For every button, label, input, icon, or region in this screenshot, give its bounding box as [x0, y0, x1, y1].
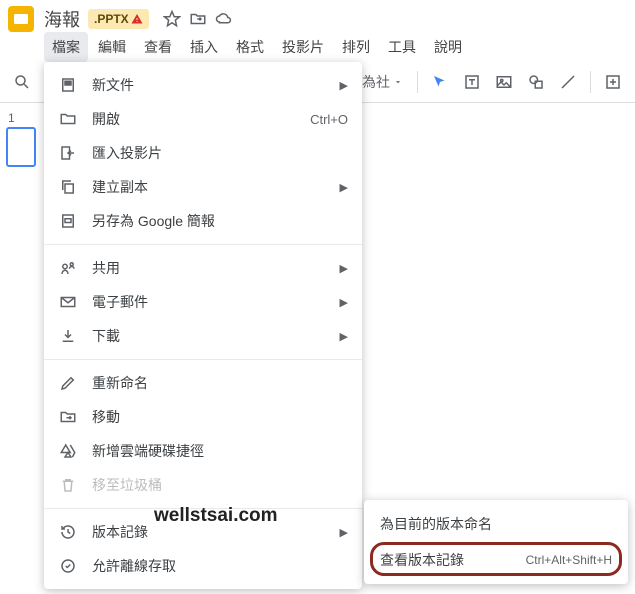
menu-move[interactable]: 移動 — [44, 400, 362, 434]
cloud-icon[interactable] — [215, 10, 233, 28]
menu-download[interactable]: 下載 ▶ — [44, 319, 362, 353]
submenu-arrow-icon: ▶ — [340, 296, 348, 309]
star-icon[interactable] — [163, 10, 181, 28]
new-doc-icon — [58, 75, 78, 95]
menu-make-copy[interactable]: 建立副本 ▶ — [44, 170, 362, 204]
share-icon — [58, 258, 78, 278]
history-icon — [58, 522, 78, 542]
submenu-arrow-icon: ▶ — [340, 262, 348, 275]
menu-help[interactable]: 說明 — [426, 32, 470, 62]
drive-shortcut-icon — [58, 441, 78, 461]
save-slides-icon — [58, 211, 78, 231]
shape-tool-icon[interactable] — [522, 68, 550, 96]
submenu-see-version-history[interactable]: 查看版本記錄 Ctrl+Alt+Shift+H — [364, 542, 628, 578]
menu-insert[interactable]: 插入 — [182, 32, 226, 62]
version-history-submenu: 為目前的版本命名 查看版本記錄 Ctrl+Alt+Shift+H — [364, 500, 628, 584]
download-icon — [58, 326, 78, 346]
submenu-arrow-icon: ▶ — [340, 79, 348, 92]
trash-icon — [58, 475, 78, 495]
submenu-name-current-version[interactable]: 為目前的版本命名 — [364, 506, 628, 542]
move-icon — [58, 407, 78, 427]
image-tool-icon[interactable] — [490, 68, 518, 96]
watermark-text: wellstsai.com — [154, 505, 278, 527]
menu-save-as-google[interactable]: 另存為 Google 簡報 — [44, 204, 362, 238]
select-tool-icon[interactable] — [426, 68, 454, 96]
menu-format[interactable]: 格式 — [228, 32, 272, 62]
slide-number: 1 — [4, 111, 38, 125]
submenu-arrow-icon: ▶ — [340, 526, 348, 539]
offline-icon — [58, 556, 78, 576]
textbox-tool-icon[interactable] — [458, 68, 486, 96]
slide-thumbnail[interactable] — [6, 127, 36, 167]
app-logo[interactable] — [8, 6, 34, 32]
folder-icon — [58, 109, 78, 129]
theme-dropdown[interactable]: 為社 — [356, 72, 409, 92]
menu-open[interactable]: 開啟 Ctrl+O — [44, 102, 362, 136]
menu-offline[interactable]: 允許離線存取 — [44, 549, 362, 583]
menu-email[interactable]: 電子郵件 ▶ — [44, 285, 362, 319]
doc-title[interactable]: 海報 — [44, 6, 80, 32]
menu-import-slides[interactable]: 匯入投影片 — [44, 136, 362, 170]
menu-new-document[interactable]: 新文件 ▶ — [44, 68, 362, 102]
menu-add-drive-shortcut[interactable]: 新增雲端硬碟捷徑 — [44, 434, 362, 468]
email-icon — [58, 292, 78, 312]
menubar: 檔案 編輯 查看 插入 格式 投影片 排列 工具 說明 — [0, 32, 635, 62]
menu-arrange[interactable]: 排列 — [334, 32, 378, 62]
menu-share[interactable]: 共用 ▶ — [44, 251, 362, 285]
submenu-arrow-icon: ▶ — [340, 181, 348, 194]
menu-rename[interactable]: 重新命名 — [44, 366, 362, 400]
menu-trash: 移至垃圾桶 — [44, 468, 362, 502]
move-folder-icon[interactable] — [189, 10, 207, 28]
menu-slide[interactable]: 投影片 — [274, 32, 332, 62]
import-icon — [58, 143, 78, 163]
submenu-arrow-icon: ▶ — [340, 330, 348, 343]
menu-view[interactable]: 查看 — [136, 32, 180, 62]
warning-icon — [131, 13, 143, 25]
search-icon[interactable] — [8, 68, 36, 96]
menu-tools[interactable]: 工具 — [380, 32, 424, 62]
copy-icon — [58, 177, 78, 197]
transition-icon[interactable] — [599, 68, 627, 96]
rename-icon — [58, 373, 78, 393]
line-tool-icon[interactable] — [554, 68, 582, 96]
thumbnail-panel: 1 — [0, 103, 42, 594]
menu-edit[interactable]: 編輯 — [90, 32, 134, 62]
menu-file[interactable]: 檔案 — [44, 32, 88, 62]
file-format-badge: .PPTX — [88, 9, 149, 29]
